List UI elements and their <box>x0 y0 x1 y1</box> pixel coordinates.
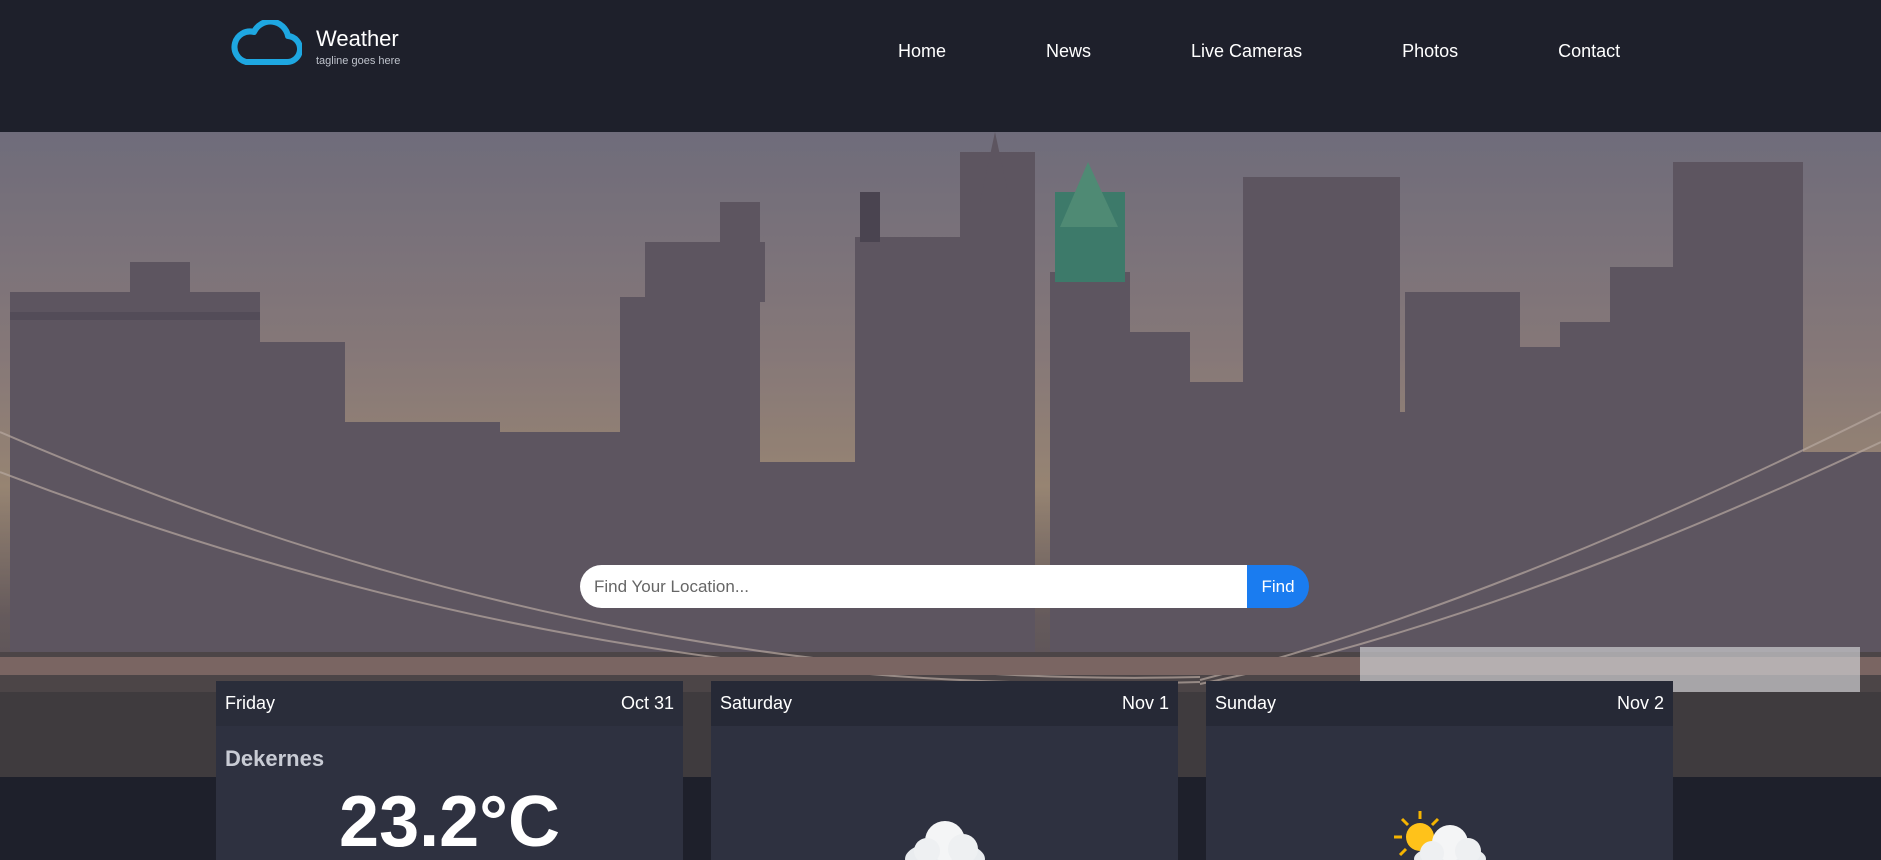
day-label: Friday <box>225 693 276 713</box>
day-label: Saturday <box>720 693 793 713</box>
location-name: Dekernes <box>225 746 325 771</box>
brand[interactable]: Weather tagline goes here <box>228 20 400 67</box>
location-search: Find <box>580 565 1309 608</box>
forecast-row: Friday Oct 31 Dekernes 23.2°C Saturday N… <box>216 681 1673 860</box>
nav-contact[interactable]: Contact <box>1558 40 1620 62</box>
card-header: Friday Oct 31 <box>216 681 683 726</box>
date-label: Oct 31 <box>620 693 674 713</box>
nav-home[interactable]: Home <box>898 40 946 62</box>
forecast-card-saturday: Saturday Nov 1 <box>711 681 1178 860</box>
brand-tagline: tagline goes here <box>316 55 401 67</box>
date-label: Nov 2 <box>1616 693 1664 713</box>
main-nav: Home News Live Cameras Photos Contact <box>898 40 1620 62</box>
nav-photos[interactable]: Photos <box>1402 40 1458 62</box>
cloud-logo-icon <box>231 20 302 66</box>
cloud-icon <box>904 821 985 860</box>
brand-title: Weather <box>316 26 399 51</box>
nav-news[interactable]: News <box>1046 40 1091 62</box>
day-label: Sunday <box>1215 693 1277 713</box>
date-label: Nov 1 <box>1121 693 1169 713</box>
current-temperature: 23.2°C <box>339 782 560 860</box>
find-button[interactable]: Find <box>1247 565 1309 608</box>
forecast-card-sunday: Sunday Nov 2 <box>1206 681 1673 860</box>
card-header: Saturday Nov 1 <box>711 681 1178 726</box>
sun-cloud-icon <box>1393 811 1486 860</box>
site-header: Weather tagline goes here Home News Live… <box>0 0 1881 132</box>
nav-live-cameras[interactable]: Live Cameras <box>1191 40 1302 62</box>
forecast-card-today: Friday Oct 31 Dekernes 23.2°C <box>216 681 683 860</box>
card-header: Sunday Nov 2 <box>1206 681 1673 726</box>
search-input[interactable] <box>580 565 1247 608</box>
